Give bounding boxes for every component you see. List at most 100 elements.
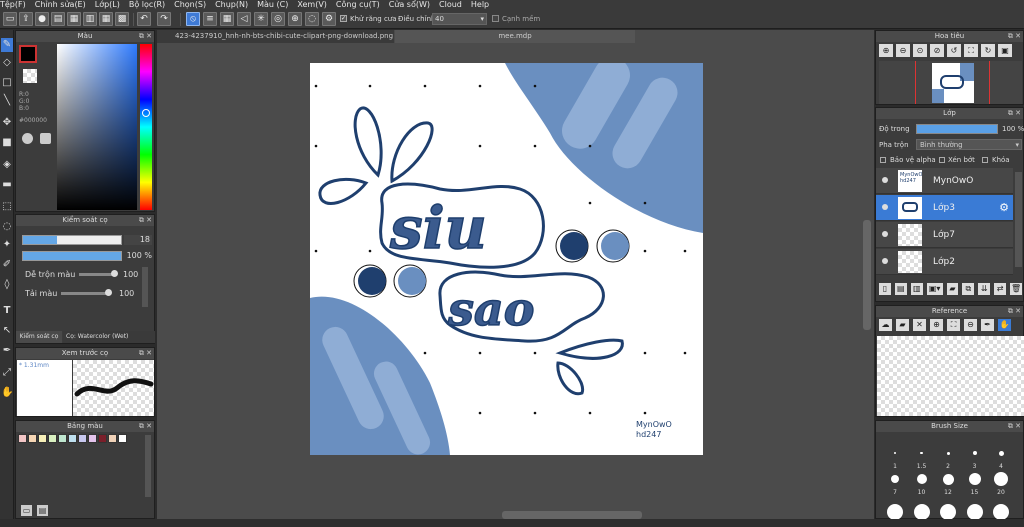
brush-tool-icon[interactable]: ✎ bbox=[1, 38, 13, 52]
reference-zoom-out-icon[interactable]: ⊖ bbox=[964, 319, 977, 331]
snap-grid-icon[interactable]: ▦ bbox=[99, 12, 113, 26]
eraser-tool-icon[interactable]: ◇ bbox=[1, 56, 13, 70]
open-icon[interactable]: ⇪ bbox=[19, 12, 33, 26]
lasso-tool-icon[interactable]: ◌ bbox=[1, 220, 13, 234]
reload-slider-handle[interactable] bbox=[105, 289, 112, 296]
background-color-swatch[interactable] bbox=[23, 69, 37, 83]
duplicate-layer-icon[interactable]: ⧉ bbox=[962, 283, 975, 295]
palette-swatch[interactable] bbox=[68, 434, 77, 443]
panel-controls-icon[interactable]: ⧉ ✕ bbox=[139, 348, 152, 359]
palette-swatch[interactable] bbox=[118, 434, 127, 443]
palette-swatch[interactable] bbox=[108, 434, 117, 443]
menu-cloud[interactable]: Cloud bbox=[439, 0, 462, 10]
drawing-canvas[interactable]: siu sao MynOwO hd247 bbox=[310, 63, 703, 455]
brush-size-preset[interactable]: 15 bbox=[962, 472, 988, 496]
brush-size-large-preset[interactable] bbox=[940, 504, 956, 520]
menu-help[interactable]: Help bbox=[471, 0, 489, 10]
brush-size-large-preset[interactable] bbox=[993, 504, 1009, 520]
eyedropper-icon[interactable]: ✒ bbox=[1, 344, 13, 358]
layers-toggle-icon[interactable]: ▩ bbox=[115, 12, 129, 26]
panel-controls-icon[interactable]: ⧉ ✕ bbox=[1008, 306, 1021, 317]
table-icon[interactable]: ▥ bbox=[83, 12, 97, 26]
snap-ellipse-icon[interactable]: ◌ bbox=[305, 12, 319, 26]
folder-icon[interactable]: ▰ bbox=[946, 283, 959, 295]
merge-down-icon[interactable]: ⇊ bbox=[978, 283, 991, 295]
reference-cloud-icon[interactable]: ☁ bbox=[879, 319, 892, 331]
flip-icon[interactable]: ▣ bbox=[998, 44, 1012, 57]
panel-controls-icon[interactable]: ⧉ ✕ bbox=[139, 215, 152, 226]
palette-scrollbar[interactable] bbox=[145, 435, 151, 497]
foreground-color-swatch[interactable] bbox=[19, 45, 37, 63]
rotate-right-icon[interactable]: ↻ bbox=[981, 44, 995, 57]
zoom-in-icon[interactable]: ⊕ bbox=[879, 44, 893, 57]
hue-slider-handle[interactable] bbox=[142, 109, 150, 117]
snap-settings-icon[interactable]: ⚙ bbox=[322, 12, 336, 26]
transform-tool-icon[interactable]: ⤢ bbox=[1, 366, 13, 380]
brush-size-value[interactable]: 18 bbox=[124, 235, 152, 245]
redo-icon[interactable]: ↷ bbox=[157, 12, 171, 26]
reference-open-icon[interactable]: ▰ bbox=[896, 319, 909, 331]
menu-layer[interactable]: Lớp(L) bbox=[95, 0, 120, 10]
blend-slider-handle[interactable] bbox=[111, 270, 118, 277]
color-mode-icon[interactable] bbox=[40, 133, 51, 144]
soft-edge-checkbox[interactable] bbox=[492, 15, 499, 22]
zoom-reset-icon[interactable]: ⊘ bbox=[930, 44, 944, 57]
layer-transfer-icon[interactable]: ⇄ bbox=[994, 283, 1007, 295]
brush-size-preset[interactable]: 20 bbox=[988, 472, 1014, 496]
rect-tool-icon[interactable]: ■ bbox=[1, 136, 13, 150]
reference-hand-icon[interactable]: ✋ bbox=[998, 319, 1011, 331]
divide-tool-icon[interactable]: ↖ bbox=[1, 324, 13, 338]
menu-view[interactable]: Xem(V) bbox=[297, 0, 327, 10]
panel-controls-icon[interactable]: ⧉ ✕ bbox=[1008, 31, 1021, 42]
layer-row-lop2[interactable]: Lớp2 bbox=[876, 249, 1013, 275]
palette-swatch[interactable] bbox=[18, 434, 27, 443]
color-wheel-icon[interactable] bbox=[22, 133, 33, 144]
brush-size-preset[interactable]: 7 bbox=[882, 472, 908, 496]
fill-tool-icon[interactable]: ◈ bbox=[1, 158, 13, 172]
text-tool-icon[interactable]: T bbox=[1, 304, 13, 318]
dot-tool-icon[interactable]: □ bbox=[1, 76, 13, 90]
canvas-horizontal-scrollbar[interactable] bbox=[502, 511, 642, 519]
menu-capture[interactable]: Chụp(N) bbox=[215, 0, 248, 10]
move-tool-icon[interactable]: ✥ bbox=[1, 116, 13, 130]
comment-icon[interactable]: ▤ bbox=[51, 12, 65, 26]
lock-checkbox[interactable] bbox=[982, 157, 988, 163]
layer-row-lop7[interactable]: Lớp7 bbox=[876, 222, 1013, 248]
line-tool-icon[interactable]: ╲ bbox=[1, 94, 13, 108]
brush-size-preset[interactable]: 2 bbox=[935, 446, 961, 470]
snap-radial-icon[interactable]: ✳ bbox=[254, 12, 268, 26]
visibility-eye-icon[interactable] bbox=[882, 204, 888, 210]
select-eraser-icon[interactable]: ◊ bbox=[1, 278, 13, 292]
reference-eyedropper-icon[interactable]: ✒ bbox=[981, 319, 994, 331]
tab-brush-control[interactable]: Kiểm soát cọ bbox=[16, 331, 62, 343]
palette-swatch[interactable] bbox=[38, 434, 47, 443]
palette-swatch[interactable] bbox=[78, 434, 87, 443]
reload-slider[interactable] bbox=[61, 292, 111, 295]
snap-crosshatch-icon[interactable]: ▦ bbox=[220, 12, 234, 26]
menu-window[interactable]: Cửa sổ(W) bbox=[389, 0, 430, 10]
visibility-eye-icon[interactable] bbox=[882, 231, 888, 237]
palette-add-icon[interactable]: ▭ bbox=[21, 505, 32, 516]
protect-alpha-checkbox[interactable] bbox=[880, 157, 886, 163]
hand-tool-icon[interactable]: ✋ bbox=[1, 386, 13, 400]
undo-icon[interactable]: ↶ bbox=[137, 12, 151, 26]
canvas-vertical-scrollbar[interactable] bbox=[863, 220, 871, 330]
menu-color[interactable]: Màu (C) bbox=[257, 0, 288, 10]
document-tab-2[interactable]: mee.mdp bbox=[395, 30, 635, 43]
brush-size-large-preset[interactable] bbox=[913, 504, 930, 520]
palette-swatch[interactable] bbox=[98, 434, 107, 443]
palette-swatch[interactable] bbox=[88, 434, 97, 443]
panel-controls-icon[interactable]: ⧉ ✕ bbox=[139, 31, 152, 42]
menu-edit[interactable]: Chỉnh sửa(E) bbox=[35, 0, 86, 10]
zoom-fit-icon[interactable]: ⊙ bbox=[913, 44, 927, 57]
menu-select[interactable]: Chọn(S) bbox=[174, 0, 206, 10]
snap-curve-icon[interactable]: ⊕ bbox=[288, 12, 302, 26]
panel-controls-icon[interactable]: ⧉ ✕ bbox=[1008, 421, 1021, 432]
chat-icon[interactable]: ● bbox=[35, 12, 49, 26]
reference-fit-icon[interactable]: ⛶ bbox=[947, 319, 960, 331]
new-file-icon[interactable]: ▭ bbox=[3, 12, 17, 26]
palette-swatch[interactable] bbox=[28, 434, 37, 443]
document-tab-1[interactable]: 423-4237910_hnh-nh-bts-chibi-cute-clipar… bbox=[157, 30, 394, 43]
menu-file[interactable]: Tệp(F) bbox=[0, 0, 26, 10]
panel-scrollbar[interactable] bbox=[142, 267, 148, 307]
